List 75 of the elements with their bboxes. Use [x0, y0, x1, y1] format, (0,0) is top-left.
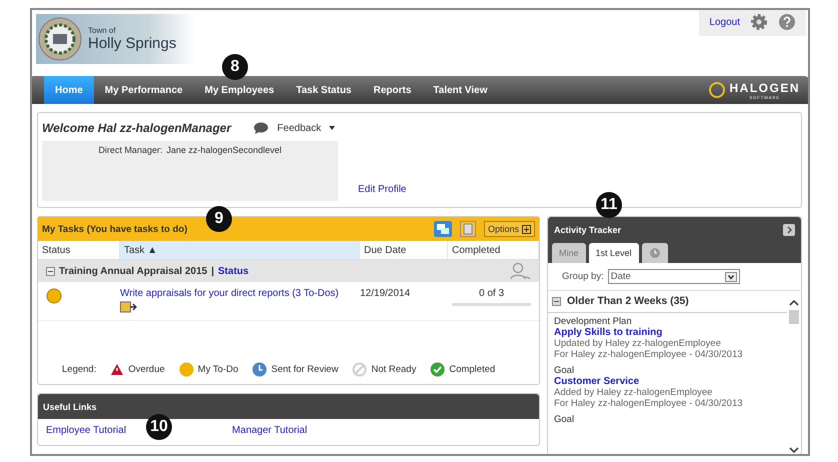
callout-number: 11: [596, 192, 622, 218]
legend-label: Legend:: [62, 364, 96, 375]
collapse-icon[interactable]: [552, 297, 561, 306]
scroll-down-icon[interactable]: [789, 447, 799, 454]
legend-text: Overdue: [128, 364, 165, 375]
speech-bubble-icon: [253, 122, 270, 134]
completed-count: 0 of 3: [478, 288, 504, 299]
clock-icon: [648, 247, 661, 259]
check-icon: [430, 362, 446, 377]
settings-icon[interactable]: [750, 13, 768, 31]
edit-profile-link[interactable]: Edit Profile: [358, 184, 406, 195]
forward-icon[interactable]: [120, 301, 138, 313]
scroll-thumb[interactable]: [789, 310, 799, 324]
status-link[interactable]: Status: [218, 266, 249, 276]
activity-type: Development Plan: [554, 316, 633, 327]
nav-tab[interactable]: Reports: [362, 76, 422, 104]
group-by-select[interactable]: Date: [608, 269, 740, 284]
logo-title: Holly Springs: [88, 35, 176, 52]
page-icon[interactable]: [460, 221, 476, 237]
group-by-label: Group by:: [562, 271, 604, 282]
activity-tab[interactable]: 1st Level: [588, 243, 639, 263]
legend-text: Sent for Review: [271, 364, 338, 375]
task-link[interactable]: Write appraisals for your direct reports (3 To-Dos): [120, 288, 360, 299]
circle-icon: [178, 362, 194, 377]
separator-text: |: [211, 266, 214, 276]
legend-text: Not Ready: [371, 364, 416, 375]
nav-tab[interactable]: Talent View: [422, 76, 498, 104]
dropdown-arrow-icon[interactable]: [724, 272, 737, 282]
seal-icon: [38, 17, 82, 61]
history-tab[interactable]: [642, 243, 668, 263]
logout-link[interactable]: Logout: [709, 16, 740, 28]
activity-link[interactable]: Apply Skills to training: [554, 327, 662, 338]
panel-title: Activity Tracker: [554, 225, 622, 235]
caret-icon[interactable]: [329, 126, 336, 130]
ring-logo-icon: [708, 81, 726, 99]
callout-number: 8: [222, 54, 248, 80]
tasks-title: My Tasks (You have tasks to do): [42, 224, 188, 234]
tutorial-link[interactable]: Employee Tutorial: [46, 425, 126, 436]
manager-name: Jane zz-halogenSecondlevel: [166, 145, 282, 157]
activity-link[interactable]: Customer Service: [554, 376, 640, 387]
activity-detail: Updated by Haley zz-halogenEmployee: [554, 338, 722, 349]
warning-icon: [110, 363, 124, 376]
activity-detail: For Haley zz-halogenEmployee - 04/30/2013: [554, 398, 744, 409]
nav-tab[interactable]: Task Status: [285, 76, 362, 104]
activity-type: Goal: [554, 414, 576, 425]
activity-detail: Added by Haley zz-halogenEmployee: [554, 387, 714, 398]
todo-status-icon: [46, 288, 62, 304]
column-header[interactable]: Due Date: [360, 241, 448, 259]
collapse-icon[interactable]: [46, 266, 55, 276]
options-button[interactable]: Options: [484, 221, 535, 237]
brand-name: HALOGEN: [730, 80, 800, 94]
nav-tab[interactable]: My Performance: [94, 76, 194, 104]
manager-label: Direct Manager:: [98, 145, 162, 157]
welcome-title: Welcome Hal zz-halogenManager: [42, 121, 232, 135]
section-title: Older Than 2 Weeks (35): [567, 296, 689, 307]
legend-text: My To-Do: [198, 364, 238, 375]
help-icon[interactable]: [778, 13, 796, 31]
windows-icon[interactable]: [434, 221, 452, 237]
group-title: Training Annual Appraisal 2015: [59, 266, 208, 276]
activity-type: Goal: [554, 365, 576, 376]
plus-box-icon: [522, 224, 531, 234]
expand-icon[interactable]: [783, 224, 795, 236]
feedback-menu[interactable]: Feedback: [277, 122, 322, 134]
panel-title: Useful Links: [43, 402, 97, 412]
legend-text: Completed: [449, 364, 496, 375]
due-date-cell-text: 12/19/2014: [360, 288, 412, 299]
activity-detail: For Haley zz-halogenEmployee - 04/30/2013: [554, 349, 744, 360]
logo-small-text: Town of: [88, 26, 117, 35]
scroll-up-icon[interactable]: [789, 299, 799, 306]
callout-number: 10: [146, 414, 172, 440]
tutorial-link[interactable]: Manager Tutorial: [232, 425, 308, 436]
clock-icon: [252, 362, 268, 377]
blocked-icon: [352, 362, 368, 377]
column-header[interactable]: Completed: [448, 241, 539, 259]
column-header[interactable]: Task ▲: [120, 241, 360, 259]
